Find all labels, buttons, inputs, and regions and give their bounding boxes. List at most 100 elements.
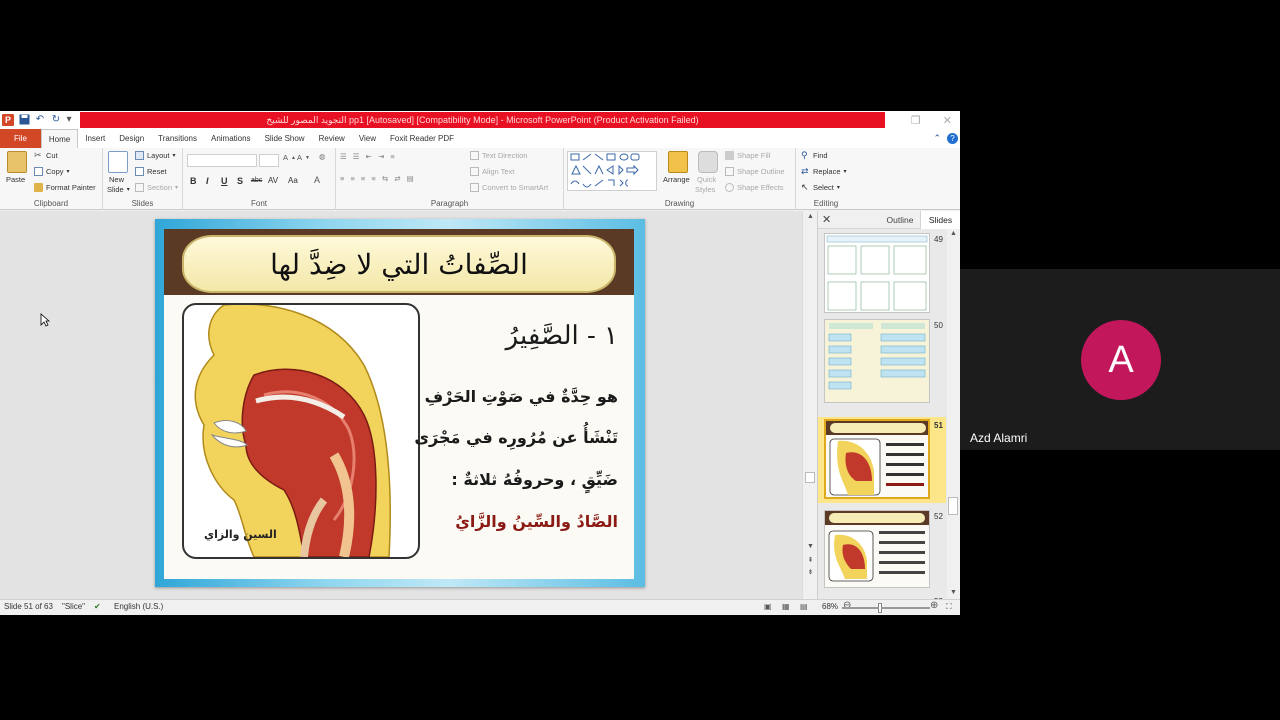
next-slide-icon[interactable]: ⇟: [803, 568, 818, 576]
font-group: A ▲ A ▼ ◍ B I U S abc AV Aa A Font: [183, 148, 336, 210]
slide-editing-area[interactable]: الصِّفاتُ التي لا ضِدَّ لها السين والزاي…: [0, 211, 817, 599]
new-slide-icon[interactable]: [108, 151, 128, 173]
restore-window-icon[interactable]: ❐: [911, 114, 921, 127]
slide-subheading[interactable]: ١ - الصَّفِيرُ: [506, 321, 618, 351]
tab-review[interactable]: Review: [312, 129, 352, 148]
fit-to-window-icon[interactable]: ⛶: [946, 602, 952, 612]
slide-sorter-view-icon[interactable]: ▦: [782, 602, 790, 611]
tab-home[interactable]: Home: [40, 129, 79, 148]
quick-styles-button[interactable]: Styles: [695, 185, 715, 194]
paste-button[interactable]: Paste: [6, 175, 25, 184]
shape-outline-button[interactable]: Shape Outline: [725, 167, 785, 176]
zoom-slider[interactable]: [842, 607, 930, 609]
list-buttons[interactable]: ☰ ☰ ⇤ ⇥ ≡: [340, 152, 397, 161]
tab-outline[interactable]: Outline: [880, 211, 920, 229]
quick-styles-icon[interactable]: [698, 151, 718, 173]
arrange-button[interactable]: Arrange: [663, 175, 690, 184]
zoom-out-icon[interactable]: ⊖: [843, 600, 851, 611]
quick-styles-line1[interactable]: Quick: [697, 175, 716, 184]
tab-file[interactable]: File: [0, 129, 41, 148]
tab-view[interactable]: View: [352, 129, 383, 148]
strikethrough-button[interactable]: abc: [251, 177, 262, 184]
language-status[interactable]: English (U.S.): [114, 602, 163, 611]
cut-button[interactable]: ✂ Cut: [34, 151, 58, 161]
change-case-button[interactable]: Aa: [288, 176, 298, 185]
select-button[interactable]: ↖ Select ▾: [801, 183, 840, 193]
spell-check-icon[interactable]: ✔: [94, 602, 101, 611]
scroll-thumb[interactable]: [805, 472, 815, 483]
bold-button[interactable]: B: [190, 176, 197, 186]
slide-thumbnail[interactable]: 50: [818, 319, 946, 405]
text-direction-button[interactable]: Text Direction: [470, 151, 527, 160]
find-label: Find: [813, 151, 828, 160]
scroll-up-icon[interactable]: ▲: [947, 230, 960, 237]
slide-thumbnail[interactable]: 52: [818, 510, 946, 590]
help-icon[interactable]: ?: [947, 133, 958, 144]
zoom-in-icon[interactable]: ⊕: [930, 600, 938, 611]
shadow-s-button[interactable]: S: [237, 176, 243, 186]
italic-button[interactable]: I: [206, 176, 209, 186]
undo-icon[interactable]: ↶: [34, 114, 46, 126]
slide-text-line-4[interactable]: الصَّادُ والسِّينُ والزَّايُ: [455, 512, 618, 531]
tab-slides[interactable]: Slides: [920, 211, 960, 229]
shrink-font-icon[interactable]: A ▼: [297, 153, 310, 162]
font-color-icon[interactable]: A: [314, 175, 320, 185]
alignment-buttons[interactable]: ≡ ≡ ≡ ≡ ⇆ ⇄ ▤: [340, 174, 416, 183]
slide-text-line-3[interactable]: ضَيِّقٍ ، وحروفُهُ ثلاثةٌ :: [451, 470, 618, 489]
reading-view-icon[interactable]: ▤: [800, 602, 808, 611]
slide-thumbnail[interactable]: 49: [818, 233, 946, 315]
slide-text-line-1[interactable]: هو حِدَّةٌ في صَوْتِ الحَرْفِ: [425, 387, 618, 406]
copy-button[interactable]: Copy ▾: [34, 167, 70, 176]
underline-button[interactable]: U: [221, 176, 228, 186]
save-icon[interactable]: [18, 114, 30, 126]
tab-design[interactable]: Design: [112, 129, 151, 148]
reset-button[interactable]: Reset: [135, 167, 167, 176]
clear-formatting-icon[interactable]: ◍: [319, 152, 326, 161]
new-slide-line1[interactable]: New: [109, 175, 124, 184]
slide-thumbnail-selected[interactable]: 51: [818, 417, 946, 503]
tab-insert[interactable]: Insert: [78, 129, 112, 148]
find-button[interactable]: ⚲ Find: [801, 151, 828, 161]
slide-text-line-2[interactable]: تَنْشَأُ عن مُرُورِه في مَجْرَى: [414, 428, 618, 447]
close-panel-icon[interactable]: ✕: [822, 213, 831, 226]
shape-fill-button[interactable]: Shape Fill: [725, 151, 770, 160]
format-painter-button[interactable]: Format Painter: [34, 183, 96, 192]
shapes-gallery[interactable]: [567, 151, 657, 191]
layout-button[interactable]: Layout ▾: [135, 151, 176, 160]
grow-font-icon[interactable]: A ▲: [283, 153, 296, 162]
mouth-diagram-image[interactable]: السين والزاي: [182, 303, 420, 559]
slide-title[interactable]: الصِّفاتُ التي لا ضِدَّ لها: [270, 248, 528, 281]
panel-scrollbar[interactable]: ▲ ▼: [947, 229, 960, 599]
current-slide[interactable]: الصِّفاتُ التي لا ضِدَّ لها السين والزاي…: [155, 219, 645, 587]
font-size-combo[interactable]: [259, 154, 279, 167]
zoom-slider-thumb[interactable]: [878, 603, 882, 613]
normal-view-icon[interactable]: ▣: [764, 602, 772, 611]
zoom-level[interactable]: 68%: [822, 602, 838, 611]
replace-button[interactable]: ⇄ Replace ▾: [801, 167, 847, 177]
redo-icon[interactable]: ↻: [50, 114, 62, 126]
new-slide-button[interactable]: Slide ▾: [107, 185, 130, 194]
panel-scroll-thumb[interactable]: [948, 497, 958, 515]
scroll-down-icon[interactable]: ▼: [803, 543, 818, 550]
participant-tile[interactable]: A Azd Alamri: [960, 269, 1280, 450]
scroll-up-icon[interactable]: ▲: [803, 213, 818, 220]
font-name-combo[interactable]: [187, 154, 257, 167]
previous-slide-icon[interactable]: ⇞: [803, 556, 818, 564]
tab-slide-show[interactable]: Slide Show: [258, 129, 312, 148]
align-text-button[interactable]: Align Text: [470, 167, 514, 176]
powerpoint-app-icon[interactable]: P: [2, 114, 14, 126]
shape-effects-button[interactable]: Shape Effects: [725, 183, 784, 192]
scroll-down-icon[interactable]: ▼: [947, 589, 960, 596]
slide-vertical-scrollbar[interactable]: ▲ ▼ ⇞ ⇟: [802, 211, 817, 599]
minimize-ribbon-icon[interactable]: ⌃: [933, 133, 941, 144]
tab-animations[interactable]: Animations: [204, 129, 258, 148]
arrange-icon[interactable]: [668, 151, 688, 173]
character-spacing-button[interactable]: AV: [268, 176, 278, 185]
tab-foxit-reader-pdf[interactable]: Foxit Reader PDF: [383, 129, 461, 148]
paste-icon[interactable]: [7, 151, 27, 173]
convert-smartart-button[interactable]: Convert to SmartArt: [470, 183, 548, 192]
customize-qat-icon[interactable]: ▾: [66, 114, 72, 126]
close-window-icon[interactable]: ✕: [943, 114, 952, 127]
section-button[interactable]: Section ▾: [135, 183, 178, 192]
tab-transitions[interactable]: Transitions: [151, 129, 204, 148]
